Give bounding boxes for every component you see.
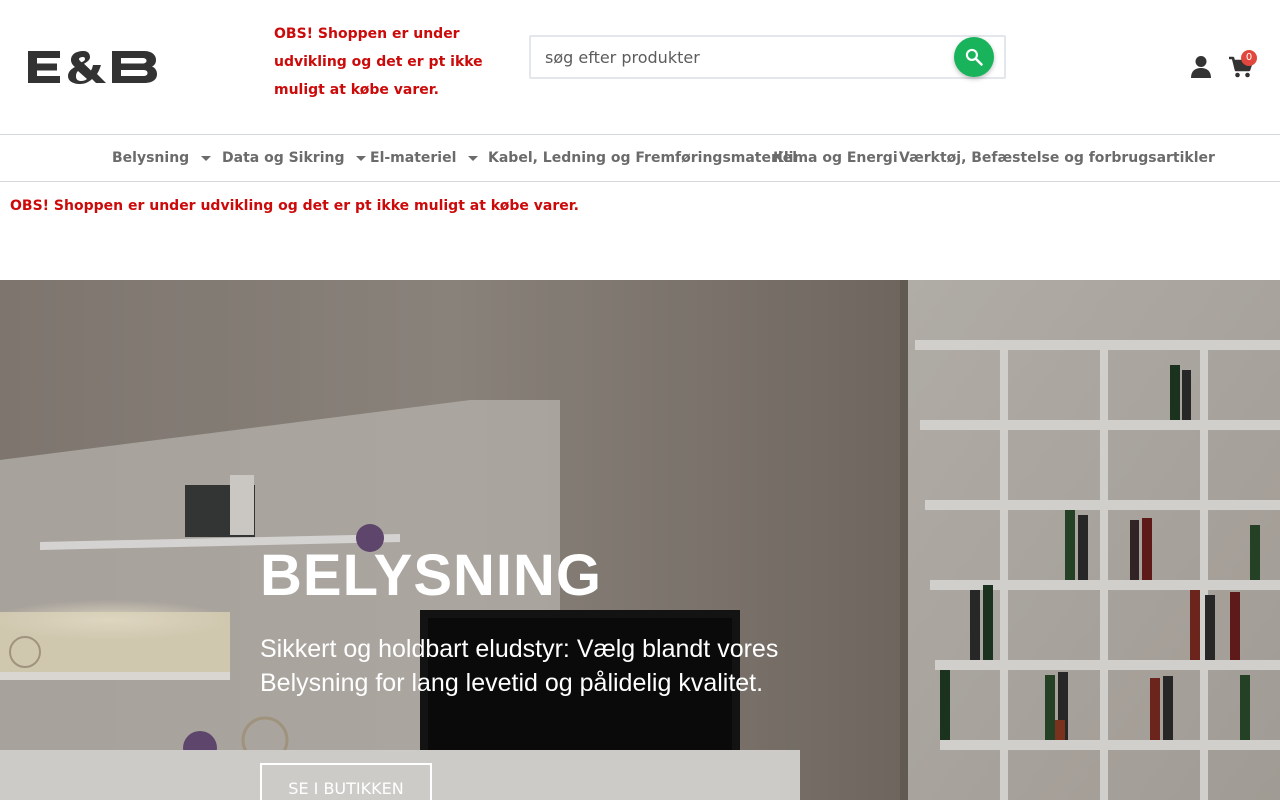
cart-count-badge: 0 <box>1241 50 1257 66</box>
nav-item-label: El-materiel <box>370 150 457 166</box>
chevron-down-icon <box>356 155 367 161</box>
site-header: OBS! Shoppen er under udvikling og det e… <box>0 0 1280 134</box>
nav-item-data-og-sikring[interactable]: Data og Sikring <box>222 135 367 181</box>
header-notice: OBS! Shoppen er under udvikling og det e… <box>274 26 483 98</box>
nav-item-label: Værktøj, Befæstelse og forbrugsartikler <box>899 150 1215 166</box>
nav-item-vaerktoej[interactable]: Værktøj, Befæstelse og forbrugsartikler <box>899 135 1215 181</box>
nav-item-label: Belysning <box>112 150 190 166</box>
nav-item-el-materiel[interactable]: El-materiel <box>370 135 479 181</box>
nav-item-label: Data og Sikring <box>222 150 345 166</box>
hero-overlay <box>0 280 1280 800</box>
search-input[interactable] <box>545 44 945 70</box>
nav-item-label: Kabel, Ledning og Fremføringsmateriel <box>488 150 797 166</box>
page-notice: OBS! Shoppen er under udvikling og det e… <box>10 198 579 214</box>
search-icon <box>965 48 983 66</box>
nav-item-kabel[interactable]: Kabel, Ledning og Fremføringsmateriel <box>488 135 797 181</box>
hero-description: Sikkert og holdbart eludstyr: Vælg bland… <box>260 635 779 697</box>
search-button[interactable] <box>954 37 994 77</box>
nav-item-belysning[interactable]: Belysning <box>112 135 212 181</box>
main-nav: Belysning Data og Sikring El-materiel Ka… <box>0 134 1280 182</box>
chevron-down-icon <box>201 155 212 161</box>
nav-item-klima-og-energi[interactable]: Klima og Energi <box>773 135 898 181</box>
search-box <box>529 35 1006 79</box>
logo[interactable] <box>26 49 158 85</box>
hero-banner: BELYSNING Sikkert og holdbart eludstyr: … <box>0 280 1280 800</box>
user-icon[interactable] <box>1190 55 1212 79</box>
shop-now-button[interactable]: SE I BUTIKKEN <box>260 763 432 800</box>
hero-title: BELYSNING <box>260 543 603 608</box>
chevron-down-icon <box>468 155 479 161</box>
nav-item-label: Klima og Energi <box>773 150 898 166</box>
